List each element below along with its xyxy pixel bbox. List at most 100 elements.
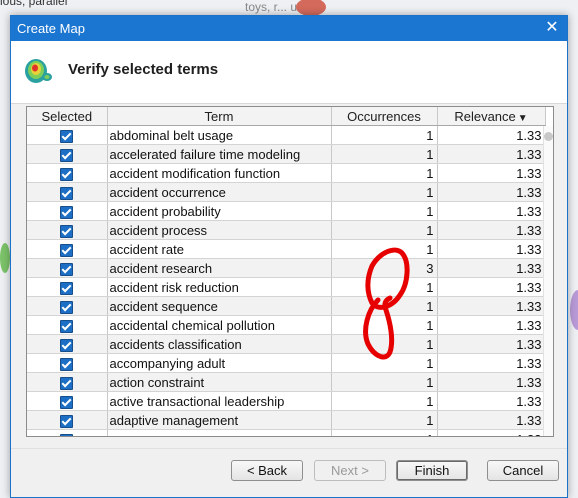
- table-row[interactable]: accident probability 1 1.33: [27, 201, 546, 221]
- column-header-term[interactable]: Term: [107, 107, 332, 126]
- term-cell: accident occurrence: [107, 182, 332, 202]
- table-row[interactable]: accident process 1 1.33: [27, 220, 546, 240]
- chevron-down-icon: ▼: [517, 112, 528, 124]
- selected-checkbox[interactable]: [60, 319, 74, 333]
- selected-checkbox[interactable]: [60, 281, 74, 295]
- table-row[interactable]: accident rate 1 1.33: [27, 239, 546, 259]
- relevance-cell: 1.33: [437, 182, 546, 202]
- table-row[interactable]: adaptive management 1 1.33: [27, 410, 546, 430]
- table-row[interactable]: accelerated failure time modeling 1 1.33: [27, 144, 546, 164]
- selected-checkbox[interactable]: [60, 186, 74, 200]
- relevance-cell: 1.33: [437, 372, 546, 392]
- selected-checkbox[interactable]: [60, 167, 74, 181]
- table-row[interactable]: active transactional leadership 1 1.33: [27, 391, 546, 411]
- wizard-header: Verify selected terms: [11, 41, 567, 104]
- relevance-cell: 1.33: [437, 315, 546, 335]
- selected-checkbox[interactable]: [60, 300, 74, 314]
- finish-button[interactable]: Finish: [396, 460, 468, 481]
- relevance-cell: 1.33: [437, 125, 546, 145]
- table-row[interactable]: accident sequence 1 1.33: [27, 296, 546, 316]
- close-icon[interactable]: ✕: [541, 18, 563, 38]
- table-row[interactable]: abdominal belt usage 1 1.33: [27, 125, 546, 145]
- density-map-icon: [25, 59, 52, 83]
- table-row[interactable]: action constraint 1 1.33: [27, 372, 546, 392]
- selected-cell: [27, 372, 108, 392]
- selected-cell: [27, 125, 108, 145]
- relevance-cell: 1.33: [437, 144, 546, 164]
- selected-checkbox[interactable]: [60, 395, 74, 409]
- term-cell: accidents classification: [107, 334, 332, 354]
- selected-cell: [27, 410, 108, 430]
- selected-cell: [27, 353, 108, 373]
- selected-checkbox[interactable]: [60, 414, 74, 428]
- terms-table[interactable]: Selected Term Occurrences Relevance ▼ abd…: [26, 106, 554, 437]
- selected-cell: [27, 201, 108, 221]
- term-cell: action constraint: [107, 372, 332, 392]
- term-cell: accelerated failure time modeling: [107, 144, 332, 164]
- column-header-relevance[interactable]: Relevance ▼: [437, 107, 546, 126]
- occurrences-cell: 1: [331, 201, 438, 221]
- selected-cell: [27, 258, 108, 278]
- occurrences-cell: 1: [331, 220, 438, 240]
- selected-checkbox[interactable]: [60, 129, 74, 143]
- selected-checkbox[interactable]: [60, 262, 74, 276]
- footer-divider: [11, 448, 567, 449]
- term-cell: abdominal belt usage: [107, 125, 332, 145]
- table-row[interactable]: accompanying adult 1 1.33: [27, 353, 546, 373]
- table-row[interactable]: accident research 3 1.33: [27, 258, 546, 278]
- next-button[interactable]: Next >: [314, 460, 386, 481]
- selected-checkbox[interactable]: [60, 338, 74, 352]
- table-row[interactable]: accident occurrence 1 1.33: [27, 182, 546, 202]
- relevance-cell: 1.33: [437, 163, 546, 183]
- selected-checkbox[interactable]: [60, 224, 74, 238]
- title-bar[interactable]: Create Map ✕: [11, 16, 567, 41]
- occurrences-cell: 1: [331, 182, 438, 202]
- relevance-cell: 1.33: [437, 391, 546, 411]
- selected-checkbox[interactable]: [60, 433, 74, 436]
- selected-checkbox[interactable]: [60, 376, 74, 390]
- scrollbar-thumb[interactable]: [544, 132, 553, 141]
- occurrences-cell: 1: [331, 391, 438, 411]
- selected-checkbox[interactable]: [60, 357, 74, 371]
- selected-cell: [27, 334, 108, 354]
- term-cell: accompanying adult: [107, 353, 332, 373]
- occurrences-cell: 1: [331, 296, 438, 316]
- background-node: [296, 0, 326, 16]
- selected-cell: [27, 391, 108, 411]
- term-cell: accident rate: [107, 239, 332, 259]
- table-row[interactable]: 11.33: [27, 429, 546, 436]
- table-row[interactable]: accidents classification 1 1.33: [27, 334, 546, 354]
- column-header-selected[interactable]: Selected: [27, 107, 108, 126]
- relevance-cell: 1.33: [437, 353, 546, 373]
- table-row[interactable]: accident modification function 1 1.33: [27, 163, 546, 183]
- occurrences-cell: 1: [331, 239, 438, 259]
- column-header-occurrences[interactable]: Occurrences: [331, 107, 438, 126]
- selected-checkbox[interactable]: [60, 205, 74, 219]
- occurrences-cell: 1: [331, 277, 438, 297]
- occurrences-cell: 1: [331, 163, 438, 183]
- term-cell: accident sequence: [107, 296, 332, 316]
- cancel-button[interactable]: Cancel: [487, 460, 559, 481]
- table-row[interactable]: accident risk reduction 1 1.33: [27, 277, 546, 297]
- occurrences-cell: 3: [331, 258, 438, 278]
- vertical-scrollbar[interactable]: [543, 126, 553, 436]
- term-cell: accident process: [107, 220, 332, 240]
- occurrences-cell: 1: [331, 315, 438, 335]
- term-cell: adaptive management: [107, 410, 332, 430]
- selected-checkbox[interactable]: [60, 148, 74, 162]
- relevance-cell: 1.33: [437, 410, 546, 430]
- occurrences-cell: 1: [331, 353, 438, 373]
- selected-cell: [27, 163, 108, 183]
- background-node: [570, 290, 578, 330]
- relevance-cell: 1.33: [437, 258, 546, 278]
- term-cell: active transactional leadership: [107, 391, 332, 411]
- term-cell: accident risk reduction: [107, 277, 332, 297]
- table-row[interactable]: accidental chemical pollution 1 1.33: [27, 315, 546, 335]
- occurrences-cell: 1: [331, 410, 438, 430]
- relevance-cell: 1.33: [437, 220, 546, 240]
- selected-checkbox[interactable]: [60, 243, 74, 257]
- window-title: Create Map: [17, 21, 85, 36]
- term-cell: [107, 429, 332, 436]
- back-button[interactable]: < Back: [231, 460, 303, 481]
- selected-cell: [27, 239, 108, 259]
